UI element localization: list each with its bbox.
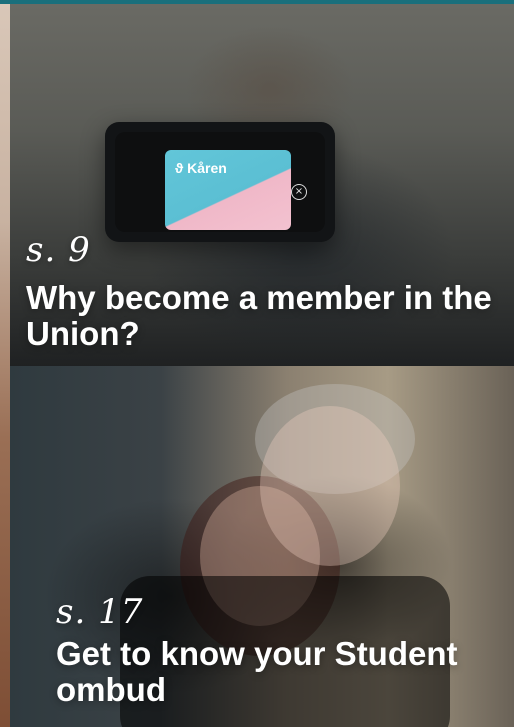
feature-card-ombud[interactable]: s. 17 Get to know your Student ombud [10, 366, 514, 727]
brand-mark-icon: ϑ [175, 160, 184, 176]
article-title: Get to know your Student ombud [56, 635, 458, 708]
brand-text: Kåren [187, 160, 227, 176]
person-face-right [260, 406, 400, 566]
feature-card-membership[interactable]: ϑ Kåren × s. 9 Why become a member in the… [10, 4, 514, 366]
membership-card: ϑ Kåren [165, 150, 291, 230]
phone-mockup: ϑ Kåren × [105, 122, 335, 242]
left-image-strip [0, 4, 10, 727]
page-reference: s. 9 [26, 230, 91, 270]
close-icon[interactable]: × [291, 184, 307, 200]
membership-card-brand: ϑ Kåren [175, 160, 231, 176]
page-reference: s. 17 [56, 592, 144, 632]
phone-screen: ϑ Kåren × [115, 132, 325, 232]
article-title: Why become a member in the Union? [26, 279, 492, 352]
